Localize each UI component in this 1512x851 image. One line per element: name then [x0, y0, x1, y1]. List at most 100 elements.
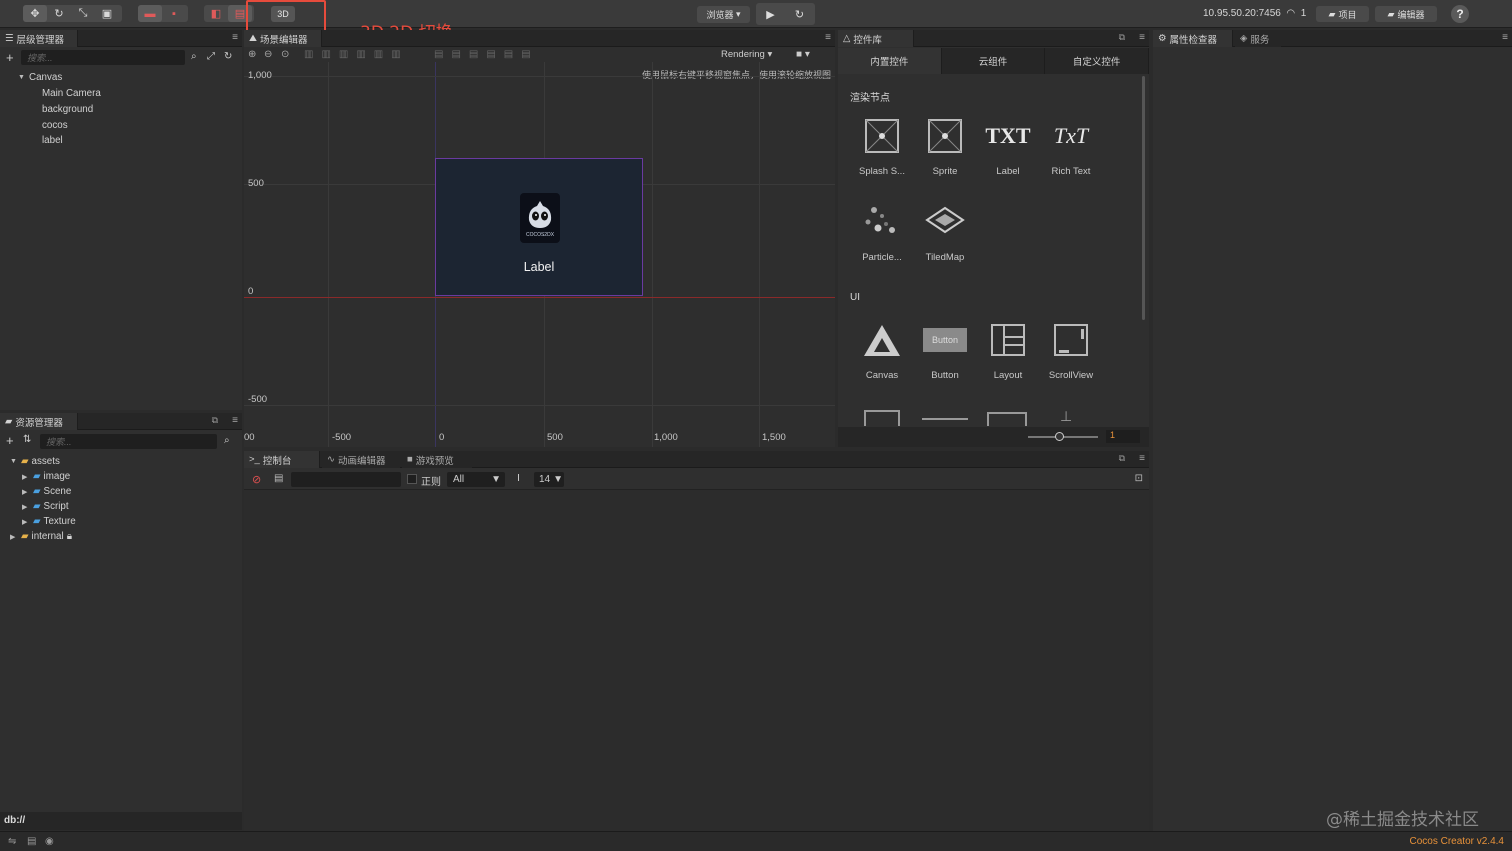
assets-search-input[interactable]: 搜索...: [40, 434, 217, 449]
widget-button[interactable]: Button Button: [915, 318, 975, 398]
tree-item-cocos[interactable]: cocos: [42, 120, 68, 131]
widget-partial-icon[interactable]: ⊥: [1060, 408, 1078, 426]
font-size-select[interactable]: 14 ▼: [534, 472, 564, 487]
database-icon[interactable]: ▤: [27, 836, 36, 847]
zoom-slider-handle[interactable]: [1055, 432, 1064, 441]
zoom-input[interactable]: 1: [1106, 430, 1140, 443]
tab-cloud-components[interactable]: 云组件: [941, 48, 1046, 74]
add-node-icon[interactable]: +: [6, 50, 14, 65]
caret-down-icon[interactable]: ▼: [18, 74, 26, 81]
network-icon[interactable]: ⇋: [8, 836, 16, 847]
canvas-frame[interactable]: COCOS2DX Label: [435, 158, 643, 296]
tree-item-label[interactable]: label: [42, 135, 63, 146]
panel-menu-icon[interactable]: ≡: [232, 32, 238, 43]
sort-icon[interactable]: ⇅: [23, 434, 31, 445]
open-editor-button[interactable]: ▰ 编辑器: [1375, 6, 1437, 22]
caret-right-icon[interactable]: ▶: [10, 533, 18, 541]
tree-item-image[interactable]: ▶ ▰ image: [22, 471, 70, 482]
panel-menu-icon[interactable]: ≡: [1139, 32, 1145, 43]
cocos-logo[interactable]: COCOS2DX: [520, 193, 560, 243]
zoom-reset-icon[interactable]: ⊙: [281, 49, 289, 60]
panel-menu-icon[interactable]: ≡: [825, 32, 831, 43]
console-filter-input[interactable]: [291, 472, 401, 487]
browser-select[interactable]: 浏览器 ▾: [697, 6, 750, 23]
caret-right-icon[interactable]: ▶: [22, 518, 30, 526]
tab-inspector[interactable]: ⚙ 属性检查器: [1153, 30, 1233, 47]
camera-icon[interactable]: ■ ▾: [796, 49, 810, 60]
tree-item-canvas[interactable]: ▼ Canvas: [18, 72, 62, 83]
distribute-tools-icon[interactable]: ▤▤▤▤▤▤: [434, 49, 539, 60]
caret-right-icon[interactable]: ▶: [22, 488, 30, 496]
tree-item-texture[interactable]: ▶ ▰ Texture: [22, 516, 76, 527]
locate-icon[interactable]: ⤢: [207, 51, 215, 62]
open-project-button[interactable]: ▰ 项目: [1316, 6, 1369, 22]
snap-icon[interactable]: ◧: [204, 5, 228, 22]
align-tools-icon[interactable]: ▥▥▥▥▥▥: [304, 49, 409, 60]
popout-icon[interactable]: ⧉: [1119, 453, 1125, 464]
widget-layout[interactable]: Layout: [978, 318, 1038, 398]
help-icon[interactable]: ?: [1451, 5, 1469, 23]
panel-menu-icon[interactable]: ≡: [1502, 32, 1508, 43]
widget-tiledmap[interactable]: TiledMap: [915, 200, 975, 280]
tree-item-internal[interactable]: ▶ ▰ internal 🔒︎: [10, 531, 72, 542]
tab-widget-library[interactable]: △ 控件库: [838, 30, 914, 47]
move-tool-icon[interactable]: ✥: [23, 5, 47, 22]
tab-scene-editor[interactable]: ⛰ 场景编辑器: [244, 30, 322, 47]
local-icon[interactable]: ▪: [162, 5, 186, 22]
tab-game-preview[interactable]: ■ 游戏预览: [402, 451, 472, 468]
widget-rich-text[interactable]: TxT Rich Text: [1041, 114, 1101, 194]
caret-right-icon[interactable]: ▶: [22, 503, 30, 511]
widget-scrollview[interactable]: ScrollView: [1041, 318, 1101, 398]
tree-item-assets[interactable]: ▼ ▰ assets: [10, 456, 60, 467]
widget-partial-icon[interactable]: [864, 410, 900, 426]
tree-item-script[interactable]: ▶ ▰ Script: [22, 501, 69, 512]
pivot-icon[interactable]: ▬: [138, 5, 162, 22]
popout-icon[interactable]: ⧉: [1119, 32, 1125, 43]
widget-partial-icon[interactable]: [987, 412, 1027, 426]
collapse-icon[interactable]: ⊡: [1135, 473, 1143, 484]
play-icon[interactable]: ▶: [756, 3, 785, 25]
scale-tool-icon[interactable]: ⤡: [71, 5, 95, 22]
panel-menu-icon[interactable]: ≡: [232, 415, 238, 426]
tab-hierarchy[interactable]: ☰ 层级管理器: [0, 30, 78, 47]
tab-animation-editor[interactable]: ∿ 动画编辑器: [322, 451, 400, 468]
add-asset-icon[interactable]: +: [6, 433, 14, 448]
refresh-icon[interactable]: ↻: [785, 3, 814, 25]
hierarchy-search-input[interactable]: 搜索...: [21, 50, 185, 65]
widget-splash-sprite[interactable]: Splash S...: [852, 114, 912, 194]
search-icon[interactable]: ⌕: [224, 435, 230, 446]
widget-canvas[interactable]: Canvas: [852, 318, 912, 398]
rendering-select[interactable]: Rendering ▾: [721, 49, 772, 60]
tab-services[interactable]: ◈ 服务: [1235, 30, 1281, 47]
tab-custom-widgets[interactable]: 自定义控件: [1045, 48, 1150, 74]
library-footer: 1: [838, 427, 1149, 447]
open-log-icon[interactable]: ▤: [274, 473, 283, 484]
zoom-out-icon[interactable]: ⊖: [264, 49, 272, 60]
eye-icon[interactable]: ◉: [45, 836, 54, 847]
tab-builtin-widgets[interactable]: 内置控件: [838, 48, 942, 74]
library-scrollbar[interactable]: [1142, 76, 1145, 320]
regex-checkbox[interactable]: [407, 474, 417, 484]
search-icon[interactable]: ⌕: [191, 51, 197, 62]
zoom-in-icon[interactable]: ⊕: [248, 49, 256, 60]
clear-icon[interactable]: ⊘: [252, 473, 261, 486]
scene-label-node[interactable]: Label: [436, 260, 642, 274]
panel-menu-icon[interactable]: ≡: [1139, 453, 1145, 464]
widget-particle[interactable]: Particle...: [852, 200, 912, 280]
tree-item-background[interactable]: background: [42, 104, 93, 115]
widget-partial-icon[interactable]: [922, 418, 968, 426]
tab-console[interactable]: >_ 控制台: [244, 451, 320, 468]
refresh-icon[interactable]: ↻: [224, 51, 232, 62]
tree-item-scene[interactable]: ▶ ▰ Scene: [22, 486, 71, 497]
widget-sprite[interactable]: Sprite: [915, 114, 975, 194]
popout-icon[interactable]: ⧉: [212, 415, 218, 426]
status-bar: ⇋ ▤ ◉ Cocos Creator v2.4.4: [0, 831, 1512, 851]
caret-down-icon[interactable]: ▼: [10, 458, 18, 465]
log-level-select[interactable]: All ▼: [447, 472, 505, 487]
rect-tool-icon[interactable]: ▣: [95, 5, 119, 22]
tab-assets[interactable]: ▰ 资源管理器: [0, 413, 78, 430]
caret-right-icon[interactable]: ▶: [22, 473, 30, 481]
tree-item-main-camera[interactable]: Main Camera: [42, 88, 101, 99]
widget-label[interactable]: TXT Label: [978, 114, 1038, 194]
rotate-tool-icon[interactable]: ↻: [47, 5, 71, 22]
